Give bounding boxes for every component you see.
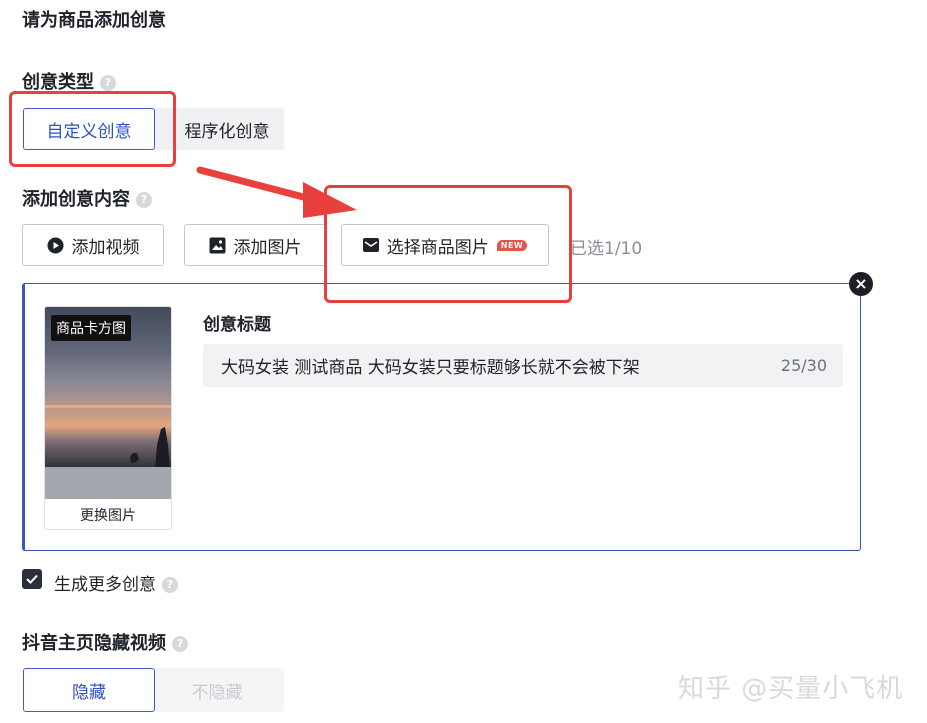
page-title: 请为商品添加创意 [22,10,166,31]
creative-type-label-text: 创意类型 [22,72,94,93]
help-icon[interactable]: ? [100,75,116,91]
add-content-label-text: 添加创意内容 [22,189,130,210]
generate-more-label-text: 生成更多创意 [54,575,156,595]
annotation-arrow [196,166,357,218]
replace-image-button[interactable]: 更换图片 [45,499,171,529]
annotation-highlight-creative-type [9,91,176,167]
watermark: 知乎 @买量小飞机 [678,674,904,704]
generate-more-label: 生成更多创意? [54,570,178,595]
add-content-label: 添加创意内容? [22,185,152,211]
creative-title-value: 大码女装 测试商品 大码女装只要标题够长就不会被下架 [221,358,640,378]
help-icon[interactable]: ? [162,577,178,593]
thumbnail[interactable]: 商品卡方图 更换图片 [44,306,172,530]
image-icon [209,237,226,254]
add-video-button[interactable]: 添加视频 [22,224,164,266]
selected-count: 已选1/10 [570,239,643,259]
check-icon [26,574,38,584]
not-hide-button[interactable]: 不隐藏 [150,668,284,712]
help-icon[interactable]: ? [172,636,188,652]
creative-title-input[interactable]: 大码女装 测试商品 大码女装只要标题够长就不会被下架 25/30 [203,344,843,387]
creative-title-label: 创意标题 [203,315,271,335]
douyin-hide-label: 抖音主页隐藏视频? [22,629,188,655]
play-icon [47,237,64,254]
generate-more-checkbox[interactable] [22,569,42,589]
douyin-hide-label-text: 抖音主页隐藏视频 [22,633,166,654]
close-icon[interactable]: × [849,272,873,296]
title-counter: 25/30 [780,356,827,375]
add-image-button[interactable]: 添加图片 [184,224,326,266]
add-image-label: 添加图片 [233,237,302,258]
thumbnail-badge: 商品卡方图 [51,315,131,341]
help-icon[interactable]: ? [136,192,152,208]
hide-button[interactable]: 隐藏 [23,668,155,712]
add-video-label: 添加视频 [71,237,140,258]
